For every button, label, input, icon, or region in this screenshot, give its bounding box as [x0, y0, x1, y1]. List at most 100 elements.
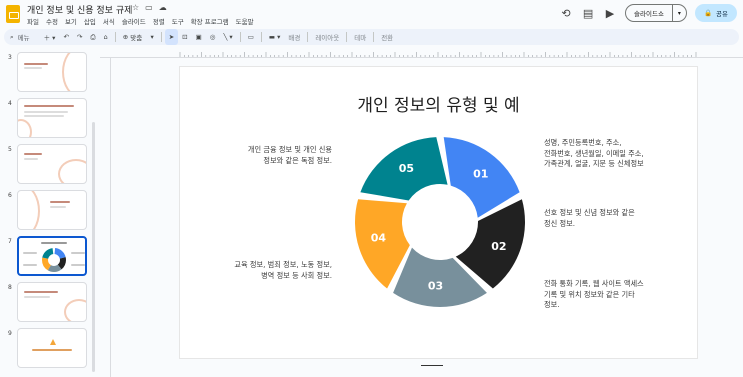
filmstrip-item[interactable]: 5 [0, 144, 96, 188]
filmstrip-item[interactable]: 8 [0, 282, 96, 326]
filmstrip-scrollbar[interactable] [92, 122, 95, 372]
fill-color-icon[interactable]: ▬ ▾ [265, 29, 284, 45]
chevron-down-icon: ▾ [142, 33, 154, 41]
left-description-top[interactable]: 개인 금융 정보 및 개인 신용 정보와 같은 독점 정보. [220, 145, 332, 166]
cycle-segment-label: 02 [491, 240, 506, 253]
slides-app: 개인 정보 및 신용 정보 규제 ☆ ▭ ☁ 파일 수정 보기 삽입 서식 슬라… [0, 0, 743, 377]
horizontal-ruler[interactable] [100, 47, 743, 58]
menu-edit[interactable]: 수정 [46, 16, 58, 26]
comment-icon[interactable]: ▭ [244, 29, 258, 45]
redo-icon[interactable]: ↷ [73, 29, 86, 45]
menu-extensions[interactable]: 확장 프로그램 [191, 16, 229, 26]
slide-number: 4 [8, 100, 12, 107]
divider [373, 32, 375, 42]
document-title[interactable]: 개인 정보 및 신용 정보 규제 [27, 3, 132, 16]
layout-button[interactable]: 레이아웃 [311, 29, 343, 45]
comments-icon[interactable]: ▤ [581, 7, 595, 20]
history-icon[interactable]: ⟲ [559, 7, 573, 20]
slide-thumbnail[interactable] [17, 282, 87, 322]
thumbnail-wheel [42, 248, 66, 272]
right-description-3[interactable]: 전화 통화 기록, 웹 사이트 액세스 기록 및 위치 정보와 같은 기타 정보… [544, 279, 674, 311]
title-bar: 개인 정보 및 신용 정보 규제 ☆ ▭ ☁ 파일 수정 보기 삽입 서식 슬라… [0, 0, 743, 28]
move-folder-icon[interactable]: ▭ [145, 3, 153, 12]
thumbnail-text-line [32, 349, 72, 351]
slides-logo-icon[interactable] [6, 5, 20, 23]
thumbnail-decoration [58, 159, 86, 183]
slide-number: 5 [8, 146, 12, 153]
star-icon[interactable]: ☆ [132, 3, 139, 12]
shape-icon[interactable]: ◎ [206, 29, 220, 45]
line-icon[interactable]: ╲ ▾ [219, 29, 236, 45]
slide-thumbnail[interactable] [17, 236, 87, 276]
slide-thumbnail[interactable] [17, 98, 87, 138]
undo-icon[interactable]: ↶ [59, 29, 72, 45]
editor-canvas: 개인 정보의 유형 및 예 개인 금융 정보 및 개인 신용 정보와 같은 독점… [100, 47, 743, 377]
paint-format-icon[interactable]: ⌂ [100, 29, 112, 45]
slide-thumbnail[interactable] [17, 328, 87, 368]
transition-button[interactable]: 전환 [377, 29, 397, 45]
menu-tools[interactable]: 도구 [172, 16, 184, 26]
menu-format[interactable]: 서식 [103, 16, 115, 26]
slide-thumbnail[interactable] [17, 144, 87, 184]
filmstrip-item[interactable]: 4 [0, 98, 96, 142]
thumbnail-text-line [24, 153, 42, 155]
cloud-status-icon[interactable]: ☁ [159, 3, 167, 12]
share-button[interactable]: 🔒 공유 [694, 4, 737, 22]
slide-title[interactable]: 개인 정보의 유형 및 예 [180, 91, 697, 116]
menu-slide[interactable]: 슬라이드 [122, 16, 146, 26]
select-tool-icon[interactable]: ➤ [164, 29, 179, 45]
lock-icon: 🔒 [703, 9, 713, 17]
new-slide-button[interactable]: ＋ ▾ [40, 29, 60, 45]
left-description-bottom[interactable]: 교육 정보, 범죄 정보, 노동 정보, 병역 정보 등 사회 정보. [210, 260, 332, 281]
right-description-3-text: 전화 통화 기록, 웹 사이트 액세스 기록 및 위치 정보와 같은 기타 정보… [544, 279, 644, 309]
theme-button[interactable]: 테마 [350, 29, 370, 45]
thumbnail-text-line [50, 201, 70, 203]
zoom-select[interactable]: ⊕ 맞춤 ▾ [119, 29, 158, 45]
slideshow-button[interactable]: 슬라이드쇼 ▾ [625, 4, 687, 22]
vertical-ruler[interactable] [100, 58, 111, 377]
divider [346, 32, 348, 42]
background-button[interactable]: 배경 [284, 29, 304, 45]
menu-view[interactable]: 보기 [65, 16, 77, 26]
speaker-notes-handle[interactable] [421, 365, 443, 366]
divider [307, 32, 309, 42]
image-icon[interactable]: ▣ [192, 29, 206, 45]
share-label: 공유 [716, 10, 728, 18]
thumbnail-text-line [23, 252, 37, 254]
slideshow-label[interactable]: 슬라이드쇼 [626, 5, 672, 21]
filmstrip-item-active[interactable]: 7 [0, 236, 96, 280]
menu-insert[interactable]: 삽입 [84, 16, 96, 26]
slide-thumbnail[interactable] [17, 190, 87, 230]
thumbnail-text-line [24, 115, 64, 117]
right-description-1[interactable]: 성명, 주민등록번호, 주소, 전화번호, 생년월일, 이메일 주소, 가족관계… [544, 138, 674, 170]
filmstrip-item[interactable]: 6 [0, 190, 96, 234]
thumbnail-text-line [24, 296, 50, 298]
filmstrip-item[interactable]: 3 [0, 52, 96, 96]
slide-filmstrip[interactable]: 3 4 5 6 7 8 9 [0, 47, 100, 377]
left-description-top-text: 개인 금융 정보 및 개인 신용 정보와 같은 독점 정보. [247, 145, 332, 165]
right-description-2[interactable]: 선호 정보 및 신념 정보와 같은 정신 정보. [544, 208, 674, 229]
menu-help[interactable]: 도움말 [236, 16, 254, 26]
search-icon: ⌕ [10, 32, 14, 41]
slide[interactable]: 개인 정보의 유형 및 예 개인 금융 정보 및 개인 신용 정보와 같은 독점… [180, 67, 697, 358]
filmstrip-item[interactable]: 9 [0, 328, 96, 372]
chevron-down-icon[interactable]: ▾ [671, 5, 686, 21]
menu-file[interactable]: 파일 [27, 16, 39, 26]
slide-thumbnail[interactable] [17, 52, 87, 92]
text-box-icon[interactable]: ⊡ [178, 29, 191, 45]
menu-search-placeholder: 메뉴 [17, 34, 30, 42]
divider [160, 32, 162, 42]
menu-arrange[interactable]: 정렬 [153, 16, 165, 26]
slide-number: 9 [8, 330, 12, 337]
thumbnail-text-line [24, 63, 48, 65]
thumbnail-decoration [62, 53, 86, 91]
cycle-diagram[interactable]: 01 02 03 04 05 [350, 132, 530, 312]
zoom-icon: ⊕ [122, 33, 131, 41]
slide-number: 3 [8, 54, 12, 61]
menu-search[interactable]: ⌕ 메뉴 [4, 29, 40, 45]
thumbnail-decoration [18, 119, 32, 137]
cycle-segment-label: 05 [399, 162, 414, 175]
header-actions: ⟲ ▤ ▶ 슬라이드쇼 ▾ 🔒 공유 [559, 4, 737, 22]
meet-icon[interactable]: ▶ [603, 7, 617, 20]
print-icon[interactable]: ⎙ [86, 29, 99, 45]
